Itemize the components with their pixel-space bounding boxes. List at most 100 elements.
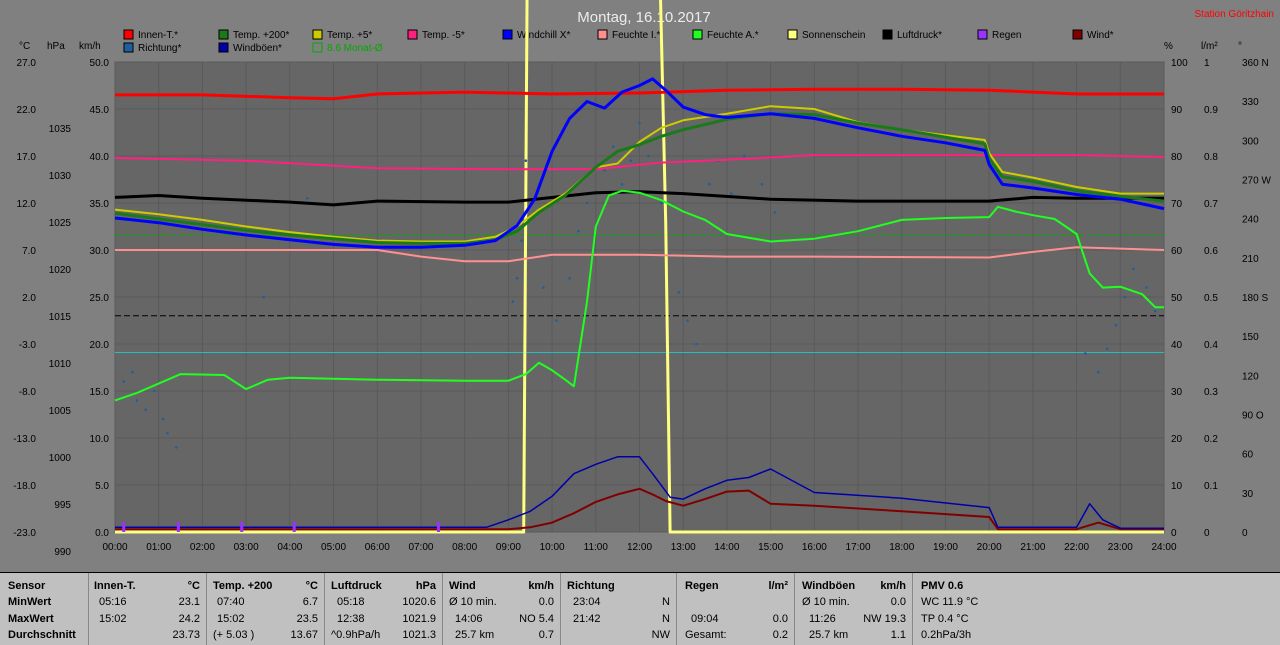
stats-boeen-unit: km/h [880, 580, 906, 592]
legend-swatch-wind [1072, 29, 1083, 40]
rain-tick-label: 0.2 [1204, 434, 1218, 445]
legend-swatch-sonnenschein [787, 29, 798, 40]
direction-point [555, 319, 558, 322]
direction-tick-label: 360 N [1242, 58, 1269, 69]
stats-max-label: MaxWert [8, 613, 54, 625]
x-tick-label: 13:00 [671, 542, 696, 553]
percent-tick-label: 10 [1171, 481, 1183, 492]
direction-point [524, 159, 528, 162]
direction-point [646, 154, 650, 158]
stats-temp200-unit: °C [305, 580, 318, 592]
temp-tick-label: 27.0 [17, 58, 37, 69]
direction-point [708, 182, 711, 186]
temp-tick-label: -23.0 [13, 528, 36, 539]
pressure-tick-label: 1020 [49, 265, 72, 276]
stats-pmv-column: PMV 0.6 WC 11.9 °C TP 0.4 °C 0.2hPa/3h [912, 573, 1280, 645]
rain-tick-label: 0.3 [1204, 387, 1218, 398]
legend-swatch-richtung [123, 42, 134, 53]
temp-unit: °C [19, 41, 30, 52]
direction-point [520, 239, 523, 242]
wind-tick-label: 0.0 [95, 528, 109, 539]
stats-luft-header: Luftdruck [331, 580, 382, 592]
stats-richtung-header: Richtung [567, 580, 615, 592]
direction-point [262, 295, 265, 299]
direction-tick-label: 150 [1242, 332, 1259, 343]
wind-tick-label: 30.0 [90, 246, 110, 257]
x-tick-label: 20:00 [977, 542, 1002, 553]
x-tick-label: 11:00 [584, 542, 609, 553]
stats-luft-unit: hPa [415, 580, 436, 592]
wind-tick-label: 10.0 [90, 434, 110, 445]
x-tick-label: 08:00 [452, 542, 477, 553]
stats-richtung-max-val: N [662, 613, 670, 625]
axis-units: °C hPa km/h % l/m² ° [19, 41, 1242, 52]
direction-point [577, 229, 580, 233]
stats-richtung-min-val: N [662, 596, 670, 608]
stats-boeen-avg-note: 25.7 km [809, 629, 849, 641]
pressure-tick-label: 995 [54, 500, 71, 511]
direction-point [542, 286, 545, 289]
direction-point [686, 319, 689, 322]
temp-tick-label: 12.0 [17, 199, 37, 210]
rain-unit: l/m² [1201, 41, 1218, 52]
stats-regen-unit: l/m² [768, 580, 788, 592]
x-tick-label: 06:00 [365, 542, 390, 553]
rain-bar [436, 522, 440, 532]
stats-temp200-max-val: 23.5 [296, 613, 318, 625]
direction-point [511, 300, 515, 304]
direction-point [144, 408, 147, 412]
stats-boeen-max-time: 11:26 [809, 613, 836, 625]
rain-tick-label: 0.7 [1204, 199, 1218, 210]
rain-tick-label: 0.9 [1204, 105, 1218, 116]
temp-tick-label: 17.0 [17, 152, 37, 163]
stats-wind-min-val: 0.0 [538, 596, 554, 608]
wind-tick-label: 5.0 [95, 481, 109, 492]
direction-point [611, 145, 615, 148]
legend-label-sonnenschein: Sonnenschein [802, 30, 865, 41]
rain-bar [292, 522, 296, 532]
stats-min-label: MinWert [8, 596, 52, 608]
stats-pmv-tp: TP 0.4 °C [921, 613, 969, 625]
stats-pmv-wc: WC 11.9 °C [921, 596, 979, 608]
legend-swatch-windb-en [218, 42, 229, 53]
direction-point [743, 154, 746, 158]
direction-tick-label: 30 [1242, 489, 1254, 500]
legend-swatch-windchill-x [502, 29, 513, 40]
stats-innen-column: Innen-T. °C 05:16 23.1 15:02 24.2 23.73 [88, 573, 206, 645]
x-tick-label: 05:00 [321, 542, 346, 553]
stats-wind-header: Wind [449, 580, 476, 592]
direction-tick-label: 240 [1242, 215, 1259, 226]
legend-label-feuchte-a: Feuchte A.* [707, 30, 759, 41]
x-tick-label: 00:00 [102, 542, 127, 553]
stats-boeen-min-label: Ø 10 min. [802, 596, 850, 608]
legend-label-8-6-monat: 8.6 Monat-Ø [327, 43, 383, 54]
direction-tick-label: 180 S [1242, 293, 1268, 304]
pressure-tick-label: 1015 [49, 312, 72, 323]
stats-innen-unit: °C [187, 580, 200, 592]
direction-unit: ° [1238, 41, 1242, 52]
percent-tick-label: 30 [1171, 387, 1183, 398]
x-tick-label: 16:00 [802, 542, 827, 553]
direction-point [760, 182, 764, 186]
stats-regen-avg-label: Gesamt: [685, 629, 727, 641]
direction-point [161, 417, 165, 421]
x-tick-label: 23:00 [1108, 542, 1133, 553]
percent-unit: % [1164, 41, 1173, 52]
stats-innen-avg-val: 23.73 [172, 629, 200, 641]
direction-point [773, 211, 777, 214]
direction-point [1153, 309, 1157, 313]
temp-tick-label: -8.0 [19, 387, 37, 398]
direction-point [629, 159, 633, 162]
direction-point [677, 291, 681, 294]
pressure-tick-label: 1025 [49, 218, 72, 229]
rain-tick-label: 0.5 [1204, 293, 1218, 304]
direction-point [660, 201, 663, 205]
percent-tick-label: 70 [1171, 199, 1183, 210]
stats-wind-min-label: Ø 10 min. [449, 596, 497, 608]
stats-regen-column: Regen l/m² 09:04 0.0 Gesamt: 0.2 [676, 573, 794, 645]
legend-swatch-temp-5 [407, 29, 418, 40]
stats-luft-avg-val: 1021.3 [402, 629, 436, 641]
direction-point [568, 276, 571, 280]
legend-label-regen: Regen [992, 30, 1021, 41]
rain-tick-label: 0 [1204, 528, 1210, 539]
